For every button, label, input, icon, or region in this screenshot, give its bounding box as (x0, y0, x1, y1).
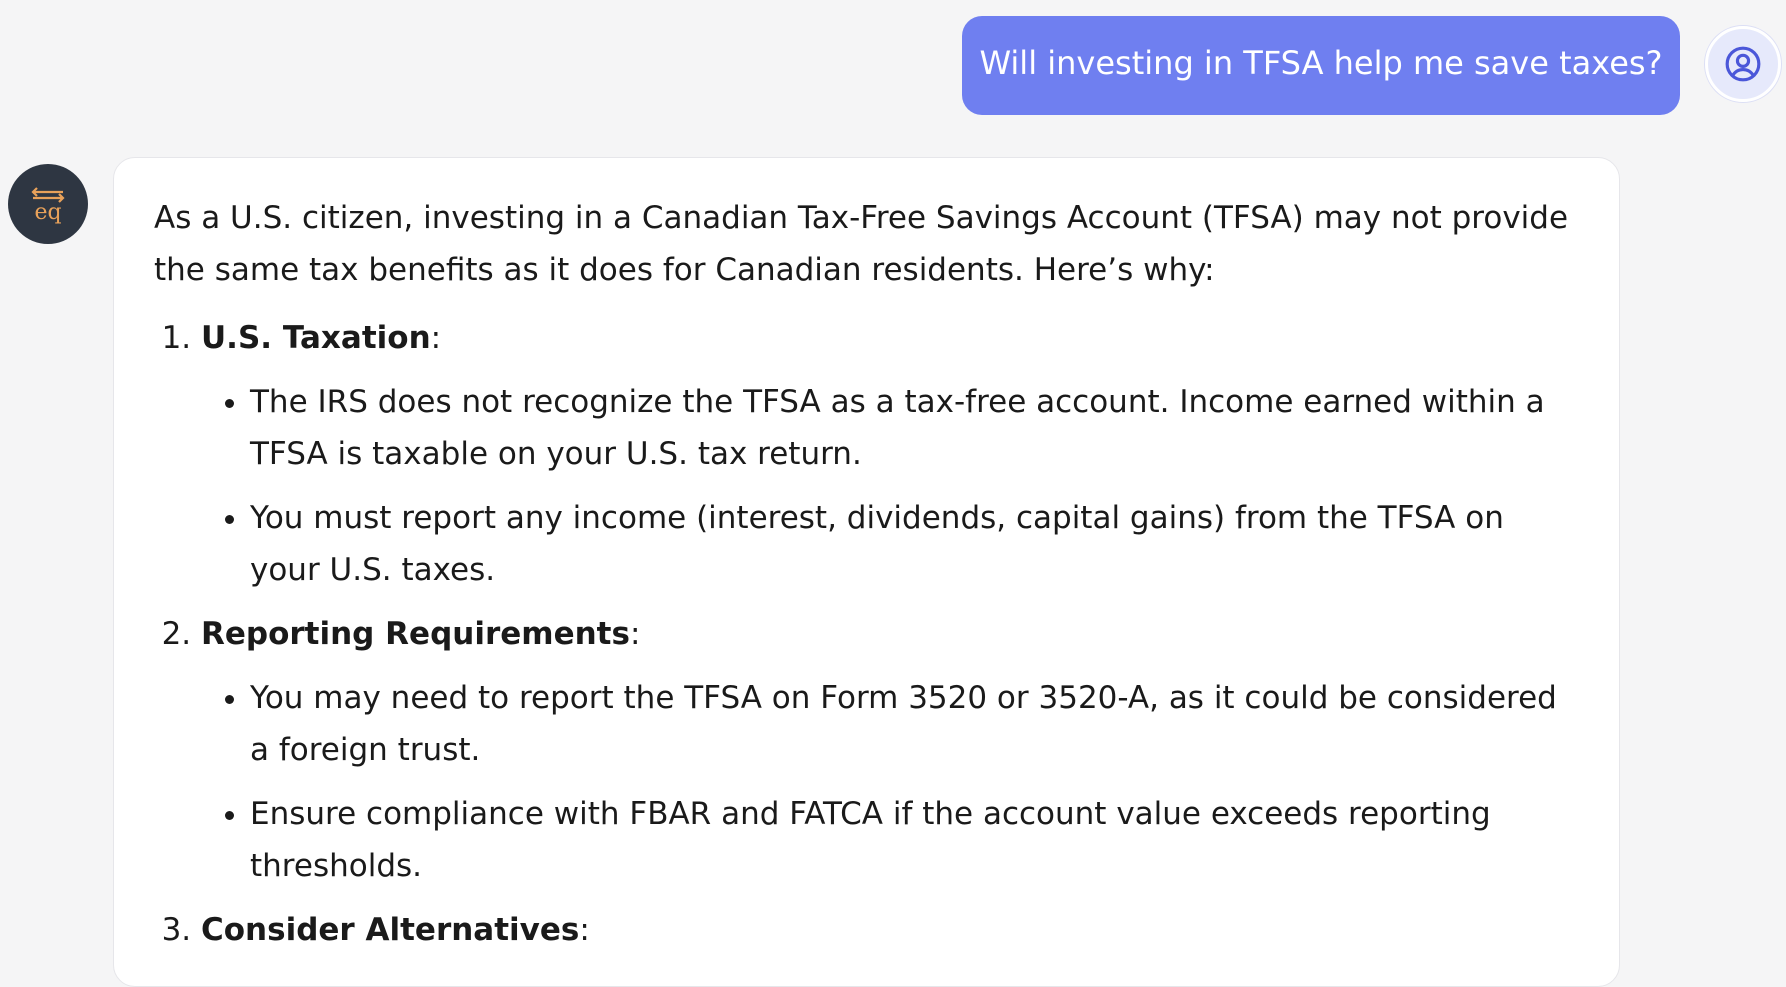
subpoint-item: The IRS does not recognize the TFSA as a… (250, 376, 1579, 480)
assistant-message-bubble: As a U.S. citizen, investing in a Canadi… (113, 157, 1620, 987)
point-item: Reporting Requirements: You may need to … (201, 608, 1579, 892)
subpoint-item: Ensure compliance with FBAR and FATCA if… (250, 788, 1579, 892)
point-item: Consider Alternatives: (201, 904, 1579, 956)
user-avatar[interactable] (1705, 26, 1781, 102)
subpoint-item: You may need to report the TFSA on Form … (250, 672, 1579, 776)
subpoint-item: You must report any income (interest, di… (250, 492, 1579, 596)
user-message-text: Will investing in TFSA help me save taxe… (979, 43, 1663, 82)
user-circle-icon (1725, 46, 1761, 82)
point-colon: : (579, 912, 590, 948)
subpoints-list: The IRS does not recognize the TFSA as a… (201, 376, 1579, 596)
points-list: U.S. Taxation: The IRS does not recogniz… (154, 312, 1579, 956)
point-title: Consider Alternatives (201, 912, 580, 948)
eq-logo: eq (31, 187, 65, 225)
user-message-bubble: Will investing in TFSA help me save taxe… (962, 16, 1680, 115)
point-item: U.S. Taxation: The IRS does not recogniz… (201, 312, 1579, 596)
point-colon: : (430, 320, 442, 356)
point-colon: : (629, 616, 641, 652)
assistant-avatar: eq (8, 164, 88, 244)
subpoints-list: You may need to report the TFSA on Form … (201, 672, 1579, 892)
point-title: Reporting Requirements (201, 616, 630, 652)
point-title: U.S. Taxation (201, 320, 431, 356)
assistant-intro: As a U.S. citizen, investing in a Canadi… (154, 200, 1569, 288)
svg-text:eq: eq (34, 200, 61, 225)
